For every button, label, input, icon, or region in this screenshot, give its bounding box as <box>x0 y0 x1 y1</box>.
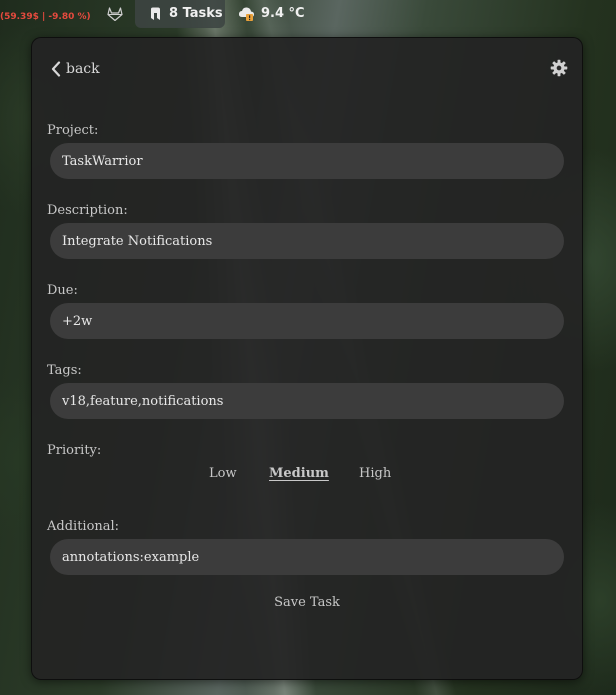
priority-label: Priority: <box>47 443 102 458</box>
chevron-left-icon <box>51 61 61 77</box>
stock-ticker[interactable]: (59.39$ | -9.80 %) <box>0 12 91 22</box>
tags-input[interactable] <box>50 383 564 419</box>
priority-option-medium[interactable]: Medium <box>269 466 329 481</box>
tags-label: Tags: <box>47 363 82 378</box>
top-status-bar: (59.39$ | -9.80 %) 8 Tasks 9.4 °C <box>0 0 616 30</box>
priority-option-high[interactable]: High <box>359 466 391 481</box>
additional-label: Additional: <box>47 519 120 534</box>
priority-selector: Low Medium High <box>32 466 582 486</box>
description-input[interactable] <box>50 223 564 259</box>
tasks-count-label: 8 Tasks <box>169 6 223 21</box>
description-label: Description: <box>47 203 128 218</box>
tasks-indicator[interactable]: 8 Tasks <box>135 0 225 28</box>
back-button[interactable]: back <box>50 59 100 79</box>
gitlab-icon[interactable] <box>107 7 123 21</box>
back-label: back <box>66 61 100 77</box>
temperature-label[interactable]: 9.4 °C <box>261 6 305 21</box>
due-label: Due: <box>47 283 78 298</box>
save-task-button[interactable]: Save Task <box>32 595 582 610</box>
priority-option-low[interactable]: Low <box>209 466 237 481</box>
add-task-panel: back Project: Description: Due: Tags: Pr… <box>31 37 583 680</box>
gear-icon[interactable] <box>550 59 568 77</box>
project-label: Project: <box>47 123 99 138</box>
task-marker-icon <box>151 7 160 20</box>
project-input[interactable] <box>50 143 564 179</box>
cloud-alert-icon[interactable] <box>238 6 256 22</box>
due-input[interactable] <box>50 303 564 339</box>
additional-input[interactable] <box>50 539 564 575</box>
